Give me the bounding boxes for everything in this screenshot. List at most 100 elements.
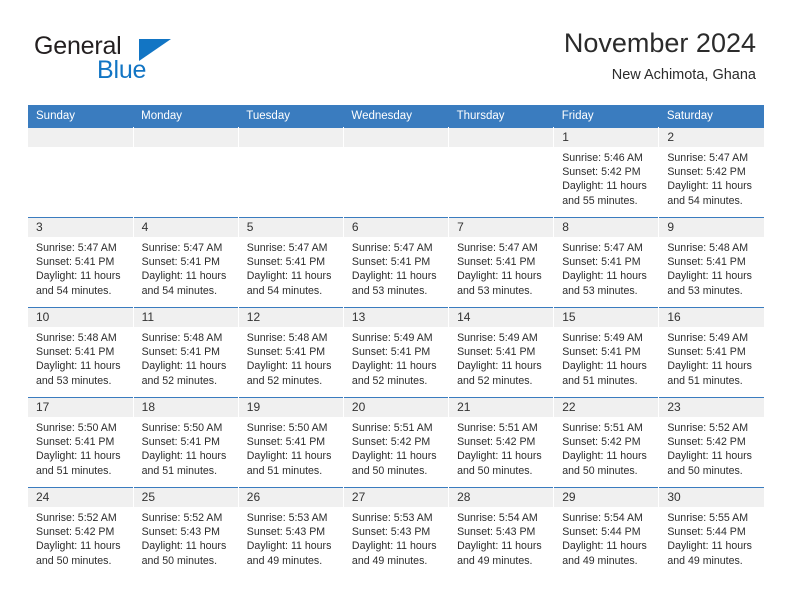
- calendar-day-cell[interactable]: 8 Sunrise: 5:47 AM Sunset: 5:41 PM Daylight…: [553, 217, 660, 308]
- calendar-day-cell-empty: [28, 127, 134, 218]
- daylight-duration-line1: Daylight: 11 hours: [562, 270, 647, 283]
- calendar-week-row: 3 Sunrise: 5:47 AM Sunset: 5:41 PM Daylight…: [28, 217, 764, 308]
- daylight-duration-line2: and 52 minutes.: [351, 374, 428, 387]
- day-number: 20: [343, 398, 449, 417]
- calendar-day-cell[interactable]: 15 Sunrise: 5:49 AM Sunset: 5:41 PM Dayligh…: [553, 307, 660, 398]
- day-astro-info: Sunrise: 5:55 AM Sunset: 5:44 PM Daylight:…: [659, 507, 764, 568]
- day-number: [343, 128, 449, 147]
- day-astro-info: Sunrise: 5:49 AM Sunset: 5:41 PM Daylight:…: [554, 327, 658, 388]
- calendar-week-row: 10 Sunrise: 5:48 AM Sunset: 5:41 PM Dayligh…: [28, 307, 764, 398]
- calendar-day-cell[interactable]: 3 Sunrise: 5:47 AM Sunset: 5:41 PM Daylight…: [28, 217, 134, 308]
- sunrise-time: Sunrise: 5:54 AM: [457, 512, 538, 524]
- sunrise-time: Sunrise: 5:50 AM: [141, 422, 223, 434]
- calendar-day-cell[interactable]: 27 Sunrise: 5:53 AM Sunset: 5:43 PM Dayligh…: [343, 487, 450, 578]
- daylight-duration-line2: and 50 minutes.: [667, 464, 743, 477]
- daylight-duration-line2: and 54 minutes.: [667, 194, 743, 207]
- day-number: 7: [449, 218, 554, 237]
- calendar-day-cell[interactable]: 19 Sunrise: 5:50 AM Sunset: 5:41 PM Dayligh…: [238, 397, 344, 488]
- calendar-day-cell[interactable]: 7 Sunrise: 5:47 AM Sunset: 5:41 PM Daylight…: [448, 217, 555, 308]
- calendar-day-cell[interactable]: 10 Sunrise: 5:48 AM Sunset: 5:41 PM Dayligh…: [28, 307, 134, 398]
- daylight-duration-line2: and 49 minutes.: [351, 554, 428, 567]
- calendar-day-cell[interactable]: 26 Sunrise: 5:53 AM Sunset: 5:43 PM Dayligh…: [238, 487, 344, 578]
- calendar-day-cell[interactable]: 12 Sunrise: 5:48 AM Sunset: 5:41 PM Dayligh…: [238, 307, 344, 398]
- day-astro-info: Sunrise: 5:50 AM Sunset: 5:41 PM Daylight:…: [239, 417, 343, 478]
- calendar-day-cell[interactable]: 20 Sunrise: 5:51 AM Sunset: 5:42 PM Dayligh…: [343, 397, 450, 488]
- daylight-duration-line2: and 49 minutes.: [562, 554, 638, 567]
- calendar-day-cell[interactable]: 16 Sunrise: 5:49 AM Sunset: 5:41 PM Dayligh…: [658, 307, 764, 398]
- sunrise-time: Sunrise: 5:49 AM: [351, 332, 433, 344]
- calendar-day-cell[interactable]: 28 Sunrise: 5:54 AM Sunset: 5:43 PM Dayligh…: [448, 487, 555, 578]
- day-number: 4: [133, 218, 238, 237]
- day-astro-info: Sunrise: 5:51 AM Sunset: 5:42 PM Daylight:…: [449, 417, 553, 478]
- calendar-day-cell-empty: [448, 127, 555, 218]
- sunrise-time: Sunrise: 5:47 AM: [141, 242, 223, 254]
- day-number: [449, 128, 554, 147]
- calendar-day-cell[interactable]: 6 Sunrise: 5:47 AM Sunset: 5:41 PM Daylight…: [343, 217, 450, 308]
- day-astro-info: Sunrise: 5:53 AM Sunset: 5:43 PM Daylight:…: [344, 507, 448, 568]
- daylight-duration-line2: and 54 minutes.: [246, 284, 323, 297]
- day-astro-info: Sunrise: 5:54 AM Sunset: 5:43 PM Daylight:…: [449, 507, 553, 568]
- sunset-time: Sunset: 5:41 PM: [246, 256, 326, 269]
- sunrise-time: Sunrise: 5:51 AM: [351, 422, 433, 434]
- weekday-header-monday: Monday: [133, 105, 239, 128]
- sunrise-time: Sunrise: 5:55 AM: [667, 512, 749, 524]
- calendar-day-cell[interactable]: 9 Sunrise: 5:48 AM Sunset: 5:41 PM Daylight…: [658, 217, 764, 308]
- daylight-duration-line2: and 51 minutes.: [36, 464, 112, 477]
- sunset-time: Sunset: 5:42 PM: [351, 436, 431, 449]
- daylight-duration-line2: and 53 minutes.: [36, 374, 112, 387]
- calendar-day-cell[interactable]: 21 Sunrise: 5:51 AM Sunset: 5:42 PM Dayligh…: [448, 397, 555, 488]
- day-number: 10: [28, 308, 133, 327]
- calendar-day-cell[interactable]: 24 Sunrise: 5:52 AM Sunset: 5:42 PM Dayligh…: [28, 487, 134, 578]
- weekday-header-wednesday: Wednesday: [343, 105, 449, 128]
- day-number: 23: [659, 398, 764, 417]
- title-block: November 2024 New Achimota, Ghana: [564, 26, 756, 86]
- sunset-time: Sunset: 5:41 PM: [141, 436, 220, 449]
- sunset-time: Sunset: 5:43 PM: [351, 526, 431, 539]
- day-astro-info: Sunrise: 5:49 AM Sunset: 5:41 PM Daylight:…: [449, 327, 553, 388]
- calendar-day-cell[interactable]: 14 Sunrise: 5:49 AM Sunset: 5:41 PM Dayligh…: [448, 307, 555, 398]
- day-number: 2: [659, 128, 764, 147]
- day-astro-info: Sunrise: 5:52 AM Sunset: 5:42 PM Daylight:…: [28, 507, 133, 568]
- sunrise-time: Sunrise: 5:49 AM: [562, 332, 643, 344]
- calendar-day-cell[interactable]: 25 Sunrise: 5:52 AM Sunset: 5:43 PM Dayligh…: [133, 487, 239, 578]
- sunset-time: Sunset: 5:42 PM: [562, 166, 641, 179]
- day-astro-info: Sunrise: 5:52 AM Sunset: 5:43 PM Daylight:…: [134, 507, 238, 568]
- calendar-day-cell[interactable]: 1 Sunrise: 5:46 AM Sunset: 5:42 PM Daylight…: [553, 127, 660, 218]
- day-astro-info: Sunrise: 5:51 AM Sunset: 5:42 PM Daylight:…: [344, 417, 448, 478]
- sunset-time: Sunset: 5:42 PM: [667, 166, 746, 179]
- day-number: 19: [238, 398, 343, 417]
- calendar-day-cell[interactable]: 11 Sunrise: 5:48 AM Sunset: 5:41 PM Dayligh…: [133, 307, 239, 398]
- daylight-duration-line1: Daylight: 11 hours: [141, 270, 227, 283]
- general-blue-logo[interactable]: General Blue: [34, 32, 224, 92]
- calendar-day-cell[interactable]: 30 Sunrise: 5:55 AM Sunset: 5:44 PM Dayligh…: [658, 487, 764, 578]
- calendar-day-cell[interactable]: 29 Sunrise: 5:54 AM Sunset: 5:44 PM Dayligh…: [553, 487, 660, 578]
- sunset-time: Sunset: 5:43 PM: [246, 526, 326, 539]
- calendar-day-cell[interactable]: 18 Sunrise: 5:50 AM Sunset: 5:41 PM Dayligh…: [133, 397, 239, 488]
- day-astro-info: Sunrise: 5:50 AM Sunset: 5:41 PM Daylight:…: [134, 417, 238, 478]
- sunset-time: Sunset: 5:41 PM: [246, 346, 326, 359]
- daylight-duration-line2: and 49 minutes.: [246, 554, 323, 567]
- day-number: 18: [133, 398, 238, 417]
- sunrise-time: Sunrise: 5:47 AM: [36, 242, 117, 254]
- sunset-time: Sunset: 5:41 PM: [667, 256, 746, 269]
- weekday-header-sunday: Sunday: [28, 105, 134, 128]
- calendar-day-cell[interactable]: 17 Sunrise: 5:50 AM Sunset: 5:41 PM Dayligh…: [28, 397, 134, 488]
- calendar-day-cell[interactable]: 2 Sunrise: 5:47 AM Sunset: 5:42 PM Daylight…: [658, 127, 764, 218]
- daylight-duration-line1: Daylight: 11 hours: [562, 180, 647, 193]
- daylight-duration-line1: Daylight: 11 hours: [457, 450, 542, 463]
- daylight-duration-line2: and 52 minutes.: [246, 374, 323, 387]
- calendar-grid: Sunday Monday Tuesday Wednesday Thursday…: [28, 105, 764, 578]
- calendar-day-cell[interactable]: 5 Sunrise: 5:47 AM Sunset: 5:41 PM Daylight…: [238, 217, 344, 308]
- sunrise-time: Sunrise: 5:48 AM: [667, 242, 749, 254]
- weekday-header-tuesday: Tuesday: [238, 105, 344, 128]
- day-astro-info: Sunrise: 5:48 AM Sunset: 5:41 PM Daylight:…: [659, 237, 764, 298]
- daylight-duration-line2: and 49 minutes.: [667, 554, 743, 567]
- calendar-day-cell[interactable]: 23 Sunrise: 5:52 AM Sunset: 5:42 PM Dayligh…: [658, 397, 764, 488]
- sunset-time: Sunset: 5:43 PM: [141, 526, 220, 539]
- day-astro-info: Sunrise: 5:53 AM Sunset: 5:43 PM Daylight:…: [239, 507, 343, 568]
- calendar-day-cell[interactable]: 22 Sunrise: 5:51 AM Sunset: 5:42 PM Dayligh…: [553, 397, 660, 488]
- sunset-time: Sunset: 5:41 PM: [141, 256, 220, 269]
- calendar-day-cell[interactable]: 4 Sunrise: 5:47 AM Sunset: 5:41 PM Daylight…: [133, 217, 239, 308]
- sunrise-time: Sunrise: 5:47 AM: [351, 242, 433, 254]
- calendar-day-cell[interactable]: 13 Sunrise: 5:49 AM Sunset: 5:41 PM Dayligh…: [343, 307, 450, 398]
